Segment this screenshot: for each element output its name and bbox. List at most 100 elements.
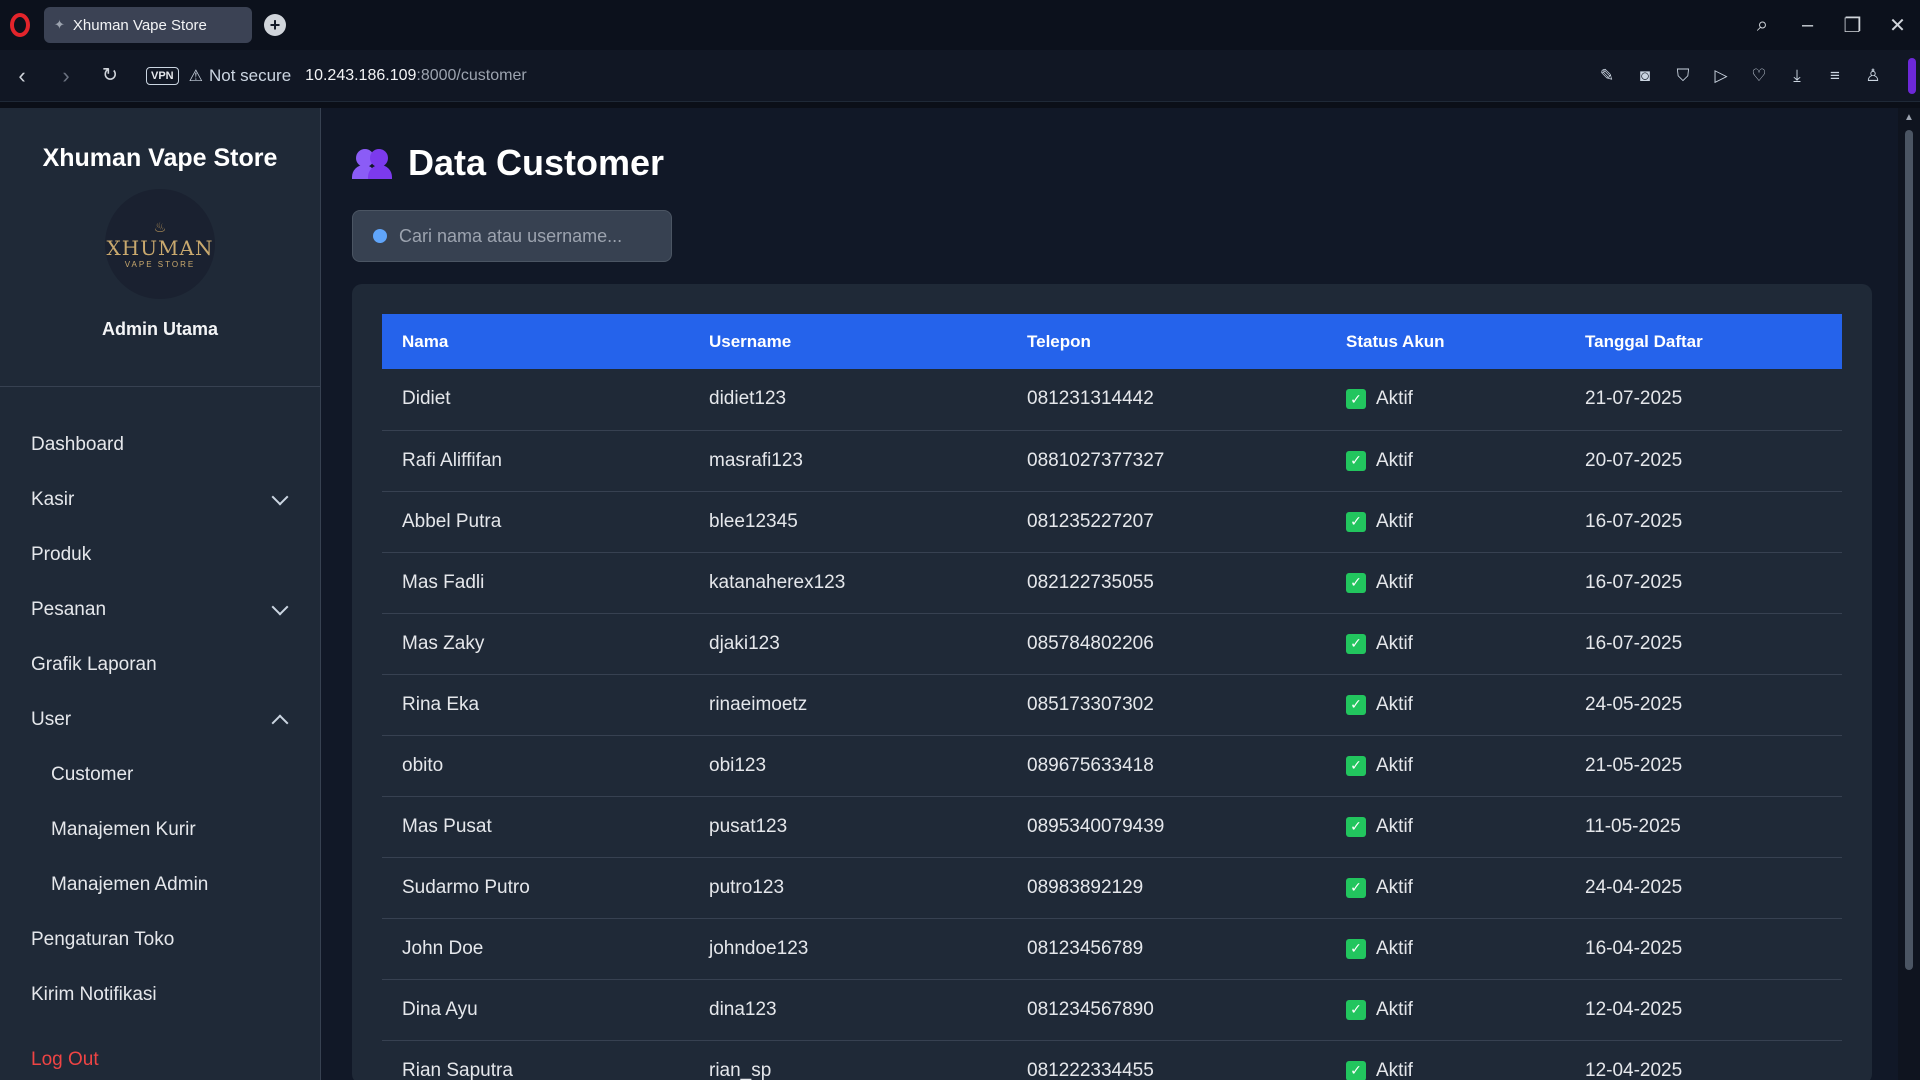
sidebar-item-pengaturan-toko[interactable]: Pengaturan Toko <box>0 912 320 967</box>
check-icon: ✓ <box>1346 450 1366 471</box>
edit-icon[interactable]: ✎ <box>1588 66 1626 86</box>
brand-title: Xhuman Vape Store <box>42 144 278 172</box>
status-label: Aktif <box>1376 693 1413 715</box>
chevron-down-icon[interactable] <box>271 488 289 505</box>
table-row[interactable]: obito obi123 089675633418 ✓ Aktif 21-05-2025 <box>382 735 1842 796</box>
profile-icon[interactable]: ♙ <box>1854 66 1892 86</box>
restore-icon[interactable]: ❐ <box>1830 13 1875 38</box>
cell-nama: Dina Ayu <box>402 998 478 1020</box>
header-tanggal-daftar[interactable]: Tanggal Daftar <box>1565 314 1842 369</box>
status-badge: ✓ Aktif <box>1346 816 1565 838</box>
heart-icon[interactable]: ♡ <box>1740 66 1778 86</box>
cell-tanggal-daftar: 16-07-2025 <box>1585 571 1683 593</box>
browser-tab[interactable]: ✦ Xhuman Vape Store <box>44 7 252 43</box>
table-row[interactable]: Abbel Putra blee12345 081235227207 ✓ Aktif 16… <box>382 491 1842 552</box>
cell-tanggal-daftar: 21-05-2025 <box>1585 754 1683 776</box>
cell-telepon: 081235227207 <box>1027 510 1154 532</box>
sidebar-subitem-customer[interactable]: Customer <box>0 747 320 802</box>
header-status-akun[interactable]: Status Akun <box>1326 314 1565 369</box>
cell-username: katanaherex123 <box>709 571 846 593</box>
status-label: Aktif <box>1376 815 1413 837</box>
cell-telepon: 0895340079439 <box>1027 815 1165 837</box>
header-nama[interactable]: Nama <box>382 314 689 369</box>
cell-tanggal-daftar: 12-04-2025 <box>1585 998 1683 1020</box>
sidebar-subitem-manajemen-kurir[interactable]: Manajemen Kurir <box>0 802 320 857</box>
table-row[interactable]: Rina Eka rinaeimoetz 085173307302 ✓ Aktif 24-… <box>382 674 1842 735</box>
scrollbar-thumb[interactable] <box>1905 130 1913 970</box>
scroll-up-icon[interactable]: ▲ <box>1898 112 1920 123</box>
logout-link[interactable]: Log Out <box>0 1032 320 1080</box>
opera-logo-icon[interactable] <box>10 13 30 37</box>
chevron-down-icon[interactable] <box>271 598 289 615</box>
status-label: Aktif <box>1376 937 1413 959</box>
sidebar-item-label: Manajemen Kurir <box>51 818 196 840</box>
tab-favicon-icon: ✦ <box>54 17 65 32</box>
cell-status: ✓ Aktif <box>1326 918 1565 979</box>
status-badge: ✓ Aktif <box>1346 572 1565 594</box>
table-row[interactable]: Didiet didiet123 081231314442 ✓ Aktif 21-07-2… <box>382 369 1842 430</box>
table-row[interactable]: Sudarmo Putro putro123 08983892129 ✓ Aktif 24… <box>382 857 1842 918</box>
check-icon: ✓ <box>1346 694 1366 715</box>
cell-status: ✓ Aktif <box>1326 369 1565 430</box>
table-row[interactable]: Mas Zaky djaki123 085784802206 ✓ Aktif 16-07-… <box>382 613 1842 674</box>
table-row[interactable]: Mas Fadli katanaherex123 082122735055 ✓ Akti… <box>382 552 1842 613</box>
close-icon[interactable]: ✕ <box>1875 13 1920 38</box>
forward-icon[interactable]: › <box>44 63 88 89</box>
sidebar-item-label: Kasir <box>31 488 75 510</box>
camera-icon[interactable]: ◙ <box>1626 66 1664 86</box>
warning-icon[interactable]: ⚠ <box>189 66 203 86</box>
status-badge: ✓ Aktif <box>1346 877 1565 899</box>
sidebar-accent-strip <box>1908 58 1916 94</box>
reload-icon[interactable]: ↻ <box>88 64 132 87</box>
sidebar-item-label: Dashboard <box>31 433 124 455</box>
cell-telepon: 08983892129 <box>1027 876 1144 898</box>
minimize-icon[interactable]: – <box>1785 14 1830 37</box>
search-input[interactable] <box>399 225 649 247</box>
table-row[interactable]: Rian Saputra rian_sp 081222334455 ✓ Aktif 12-… <box>382 1040 1842 1080</box>
cell-username: johndoe123 <box>709 937 809 959</box>
shield-icon[interactable]: ⛉ <box>1664 66 1702 86</box>
url-field[interactable]: 10.243.186.109:8000/customer <box>305 67 527 85</box>
cell-nama: Rafi Aliffifan <box>402 449 502 471</box>
menu-icon[interactable]: ≡ <box>1816 66 1854 86</box>
search-tabs-icon[interactable]: ⌕ <box>1740 14 1785 37</box>
browser-toolbar: ✎ ◙ ⛉ ▷ ♡ ⤓ ≡ ♙ <box>1588 50 1892 102</box>
search-box[interactable] <box>352 210 672 262</box>
header-username[interactable]: Username <box>689 314 1007 369</box>
cell-nama: Rian Saputra <box>402 1059 513 1080</box>
table-row[interactable]: Dina Ayu dina123 081234567890 ✓ Aktif 12-04-2… <box>382 979 1842 1040</box>
vpn-badge[interactable]: VPN <box>146 66 179 85</box>
search-icon <box>373 229 387 243</box>
sidebar-item-label: User <box>31 708 72 730</box>
url-host: 10.243.186.109 <box>305 66 417 84</box>
play-icon[interactable]: ▷ <box>1702 66 1740 86</box>
header-telepon[interactable]: Telepon <box>1007 314 1326 369</box>
sidebar-item-dashboard[interactable]: Dashboard <box>0 417 320 472</box>
sidebar-item-produk[interactable]: Produk <box>0 527 320 582</box>
security-label[interactable]: Not secure <box>209 66 291 86</box>
cell-nama: Mas Zaky <box>402 632 485 654</box>
sidebar-item-kasir[interactable]: Kasir <box>0 472 320 527</box>
cell-username: blee12345 <box>709 510 798 532</box>
download-icon[interactable]: ⤓ <box>1778 66 1816 86</box>
sidebar-item-user[interactable]: User <box>0 692 320 747</box>
table-row[interactable]: John Doe johndoe123 08123456789 ✓ Aktif 16-04… <box>382 918 1842 979</box>
page-scrollbar[interactable]: ▲ <box>1898 108 1920 1080</box>
cell-status: ✓ Aktif <box>1326 491 1565 552</box>
table-row[interactable]: Mas Pusat pusat123 0895340079439 ✓ Aktif 11-0… <box>382 796 1842 857</box>
sidebar-item-pesanan[interactable]: Pesanan <box>0 582 320 637</box>
status-badge: ✓ Aktif <box>1346 694 1565 716</box>
table-row[interactable]: Rafi Aliffifan masrafi123 0881027377327 ✓ Ak… <box>382 430 1842 491</box>
back-icon[interactable]: ‹ <box>0 63 44 89</box>
logo-subtext: VAPE STORE <box>124 260 196 269</box>
sidebar-item-kirim-notifikasi[interactable]: Kirim Notifikasi <box>0 967 320 1022</box>
status-badge: ✓ Aktif <box>1346 755 1565 777</box>
cell-tanggal-daftar: 24-05-2025 <box>1585 693 1683 715</box>
new-tab-button[interactable]: + <box>264 14 286 36</box>
cell-nama: Mas Pusat <box>402 815 492 837</box>
cell-tanggal-daftar: 20-07-2025 <box>1585 449 1683 471</box>
chevron-up-icon[interactable] <box>271 714 289 731</box>
sidebar-item-grafik-laporan[interactable]: Grafik Laporan <box>0 637 320 692</box>
cell-telepon: 089675633418 <box>1027 754 1154 776</box>
sidebar-subitem-manajemen-admin[interactable]: Manajemen Admin <box>0 857 320 912</box>
